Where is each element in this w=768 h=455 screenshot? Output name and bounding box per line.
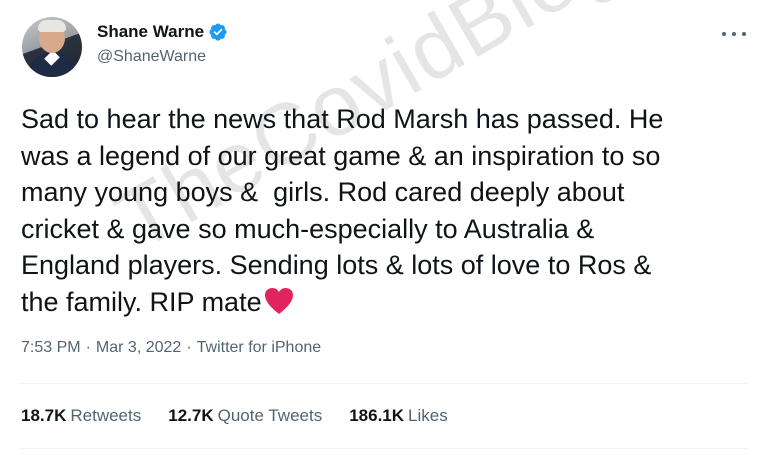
likes-label: Likes [408,406,448,425]
quote-tweets-stat[interactable]: 12.7K Quote Tweets [168,406,322,426]
divider [21,448,748,449]
tweet-time[interactable]: 7:53 PM [21,339,81,357]
tweet-text-container: Sad to hear the news that Rod Marsh has … [21,101,751,320]
likes-count: 186.1K [349,406,405,425]
verified-badge-icon [208,22,228,42]
retweets-label: Retweets [70,406,142,425]
author-block: Shane Warne @ShaneWarne [97,21,228,66]
more-dot [722,32,726,36]
tweet-source[interactable]: Twitter for iPhone [197,339,322,357]
tweet-meta: 7:53 PM · Mar 3, 2022 · Twitter for iPho… [21,339,321,357]
tweet-text: Sad to hear the news that Rod Marsh has … [21,104,664,317]
tweet-stats: 18.7K Retweets 12.7K Quote Tweets 186.1K Li… [21,406,448,426]
more-dot [742,32,746,36]
meta-separator: · [186,339,192,356]
red-heart-icon [264,287,294,315]
retweets-stat[interactable]: 18.7K Retweets [21,406,141,426]
divider [21,383,748,384]
more-dot [732,32,736,36]
retweets-count: 18.7K [21,406,67,425]
quote-tweets-count: 12.7K [168,406,214,425]
likes-stat[interactable]: 186.1K Likes [349,406,448,426]
more-options-icon[interactable] [722,24,746,44]
name-row: Shane Warne [97,21,228,43]
avatar-hair [38,20,66,32]
author-handle[interactable]: @ShaneWarne [97,48,228,66]
author-display-name[interactable]: Shane Warne [97,22,204,42]
quote-tweets-label: Quote Tweets [217,406,323,425]
tweet-date[interactable]: Mar 3, 2022 [96,339,181,357]
avatar[interactable] [22,17,82,77]
meta-separator: · [85,339,91,356]
